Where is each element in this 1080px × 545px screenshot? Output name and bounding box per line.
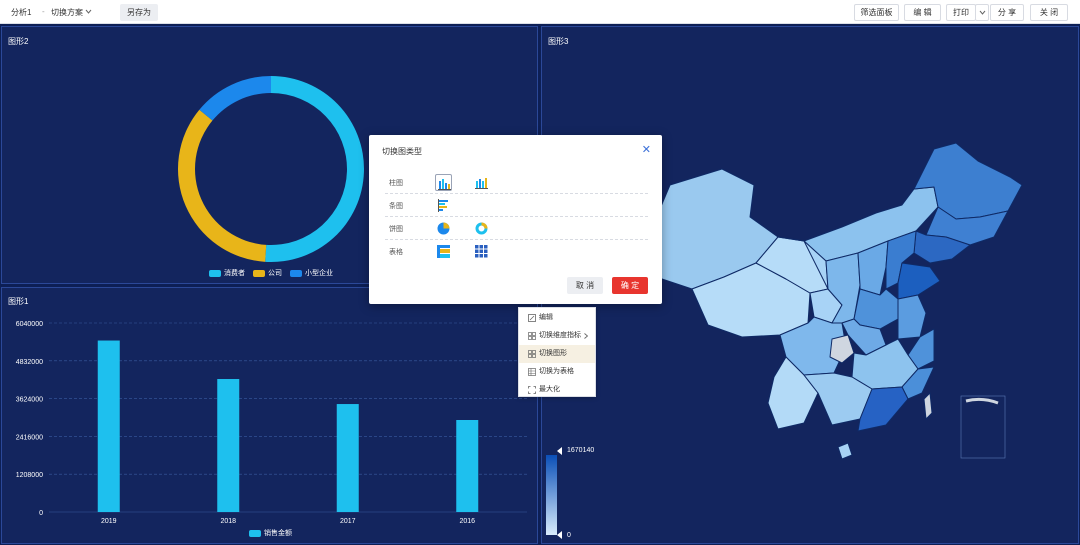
share-button[interactable]: 分 享 — [990, 4, 1024, 21]
scale-max-label: 1670140 — [567, 447, 595, 454]
region-henan[interactable] — [853, 288, 899, 330]
close-icon[interactable]: ✕ — [642, 143, 651, 156]
region-shandong[interactable] — [897, 262, 941, 300]
bar-chart-panel[interactable]: 图形1 0 1208000 2416000 3624000 4832000 6040000… — [1, 287, 538, 544]
top-toolbar: 分析1 - 切换方案 另存为 筛选面板 编 辑 打印 分 享 关 闭 — [0, 0, 1080, 24]
menu-item-switch-chart[interactable]: 切换图形 — [519, 345, 595, 363]
menu-item-edit[interactable]: 编辑 — [519, 309, 595, 327]
bar-chart: 0 1208000 2416000 3624000 4832000 6040000 2019… — [16, 321, 527, 525]
separator-dot: - — [42, 7, 45, 16]
legend-label: 公司 — [268, 270, 282, 277]
legend-swatch — [253, 269, 265, 277]
row-label: 条图 — [389, 203, 403, 210]
pie-chart-icon[interactable] — [435, 220, 452, 237]
chevron-down-icon — [979, 10, 986, 15]
donut-chart-icon[interactable] — [473, 220, 490, 237]
y-tick-label: 1208000 — [16, 472, 43, 479]
x-tick-label: 2016 — [459, 518, 475, 525]
inset-coastline — [965, 397, 999, 405]
x-tick-label: 2019 — [101, 518, 117, 525]
menu-item-switch-dimension[interactable]: 切换维度指标 — [519, 327, 595, 345]
legend-item-small-business[interactable]: 小型企业 — [290, 268, 333, 278]
y-tick-label: 6040000 — [16, 321, 43, 328]
legend-label: 消费者 — [224, 270, 245, 277]
chevron-right-icon — [584, 333, 588, 339]
legend-swatch — [249, 529, 261, 537]
row-pie-chart: 饼图 — [385, 217, 648, 240]
x-tick-label: 2017 — [340, 518, 356, 525]
grid-table-icon[interactable] — [473, 243, 490, 260]
chevron-down-icon[interactable] — [85, 9, 92, 14]
y-tick-label: 4832000 — [16, 359, 43, 366]
scale-handle-top-icon[interactable] — [557, 447, 562, 455]
region-taiwan[interactable] — [923, 392, 933, 420]
save-as-button[interactable]: 另存为 — [120, 4, 158, 21]
edit-icon — [528, 314, 536, 322]
column-chart-icon[interactable] — [435, 174, 452, 191]
row-table: 表格 — [385, 240, 648, 263]
bar-2016[interactable] — [456, 420, 479, 512]
region-hainan[interactable] — [837, 442, 853, 460]
analysis-tab[interactable]: 分析1 — [11, 7, 31, 18]
menu-item-maximize[interactable]: 最大化 — [519, 381, 595, 399]
edit-button[interactable]: 编 辑 — [904, 4, 941, 21]
row-column-chart: 柱图 — [385, 171, 648, 194]
y-tick-label: 2416000 — [16, 434, 43, 441]
color-scale-bar[interactable] — [546, 455, 557, 535]
region-jiangsu[interactable] — [897, 294, 927, 340]
legend-swatch — [209, 269, 221, 277]
legend-item-consumer[interactable]: 消费者 — [209, 268, 245, 278]
close-button[interactable]: 关 闭 — [1030, 4, 1068, 21]
bar-2018[interactable] — [217, 379, 240, 512]
y-tick-label: 3624000 — [16, 397, 43, 404]
legend-swatch — [290, 269, 302, 277]
row-label: 表格 — [389, 249, 403, 256]
print-dropdown-button[interactable] — [975, 4, 989, 21]
pivot-table-icon[interactable] — [435, 243, 452, 260]
table-icon — [528, 368, 536, 376]
menu-item-label: 编辑 — [539, 314, 553, 321]
donut-slice-0[interactable] — [265, 76, 365, 262]
menu-item-label: 最大化 — [539, 386, 560, 393]
maximize-icon — [528, 386, 536, 394]
x-tick-label: 2018 — [220, 518, 236, 525]
donut-slice-2[interactable] — [199, 76, 271, 121]
dimension-icon — [528, 332, 536, 340]
grouped-column-chart-icon[interactable] — [473, 174, 490, 191]
dialog-title: 切换图类型 — [382, 147, 422, 156]
cancel-button[interactable]: 取 消 — [567, 277, 603, 294]
scale-handle-bottom-icon[interactable] — [557, 531, 562, 539]
row-label: 饼图 — [389, 226, 403, 233]
menu-item-label: 切换为表格 — [539, 368, 574, 375]
row-label: 柱图 — [389, 180, 403, 187]
donut-slice-1[interactable] — [178, 109, 267, 262]
south-china-sea-inset — [960, 395, 1006, 459]
bar-legend: 销售金额 — [249, 528, 292, 538]
legend-item-company[interactable]: 公司 — [253, 268, 282, 278]
context-menu: 编辑 切换维度指标 切换图形 切换为表格 最大化 — [518, 307, 596, 397]
legend-label: 小型企业 — [305, 270, 333, 277]
legend-item-sales[interactable]: 销售金额 — [249, 528, 292, 538]
filter-panel-button[interactable]: 筛选面板 — [854, 4, 899, 21]
row-bar-chart: 条图 — [385, 194, 648, 217]
confirm-button[interactable]: 确 定 — [612, 277, 648, 294]
scheme-select[interactable]: 切换方案 — [51, 7, 83, 18]
menu-item-switch-table[interactable]: 切换为表格 — [519, 363, 595, 381]
bar-2019[interactable] — [97, 340, 120, 512]
menu-item-label: 切换维度指标 — [539, 332, 581, 339]
print-button[interactable]: 打印 — [946, 4, 976, 21]
bar-2017[interactable] — [336, 404, 359, 512]
chart-switch-icon — [528, 350, 536, 358]
legend-label: 销售金额 — [264, 530, 292, 537]
menu-item-label: 切换图形 — [539, 350, 567, 357]
region-chongqing[interactable] — [829, 334, 855, 364]
scale-min-label: 0 — [567, 532, 571, 539]
switch-chart-type-dialog: 切换图类型 ✕ 柱图 条图 饼图 表格 取 消 确 定 — [369, 135, 662, 304]
bar-chart-icon[interactable] — [435, 197, 452, 214]
donut-legend: 消费者 公司 小型企业 — [209, 268, 333, 278]
y-tick-label: 0 — [39, 510, 43, 517]
